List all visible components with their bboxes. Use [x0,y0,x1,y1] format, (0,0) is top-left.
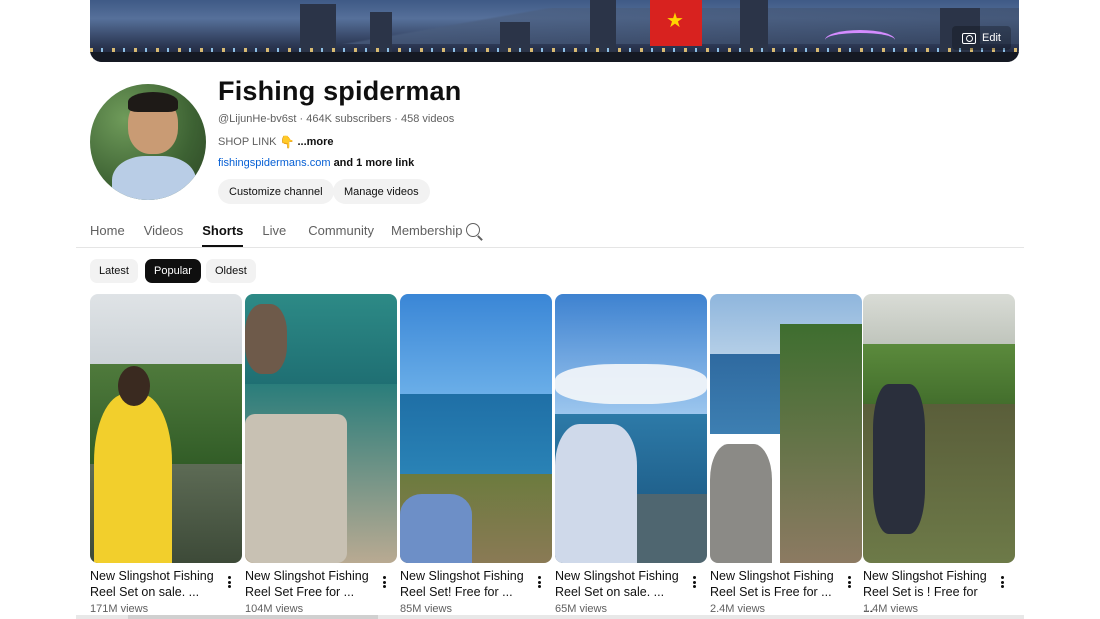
short-title[interactable]: New Slingshot Fishing Reel Set Free for … [245,568,373,600]
channel-handle: @LijunHe-bv6st [218,113,297,125]
short-title[interactable]: New Slingshot Fishing Reel Set! Free for… [400,568,528,600]
description-text: SHOP LINK [218,136,277,148]
more-vert-icon[interactable] [689,574,699,590]
short-thumbnail[interactable] [245,294,397,563]
short-views: 85M views [400,603,452,615]
short-thumbnail[interactable] [555,294,707,563]
short-views: 1.4M views [863,603,919,615]
more-vert-icon[interactable] [224,574,234,590]
short-thumbnail[interactable] [90,294,242,563]
tab-videos[interactable]: Videos [144,218,184,247]
short-title[interactable]: New Slingshot Fishing Reel Set on sale. … [90,568,218,600]
chip-latest[interactable]: Latest [90,259,138,283]
more-links-button[interactable]: and 1 more link [334,157,415,169]
channel-name: Fishing spiderman [218,76,462,106]
channel-meta: @LijunHe-bv6st · 464K subscribers · 458 … [218,113,455,125]
edit-label: Edit [982,32,1001,44]
customize-channel-button[interactable]: Customize channel [218,179,334,204]
channel-banner: Edit [90,0,1019,62]
short-thumbnail[interactable] [710,294,862,563]
channel-tabs: Home Videos Shorts Live Community Member… [90,218,482,248]
camera-icon [962,32,977,44]
short-title[interactable]: New Slingshot Fishing Reel Set on sale. … [555,568,683,600]
tab-community[interactable]: Community [308,218,374,247]
manage-videos-button[interactable]: Manage videos [333,179,430,204]
chip-oldest[interactable]: Oldest [206,259,256,283]
more-vert-icon[interactable] [379,574,389,590]
tab-live[interactable]: Live [262,218,286,247]
short-views: 65M views [555,603,607,615]
short-views: 171M views [90,603,149,615]
tab-home[interactable]: Home [90,218,125,247]
channel-link[interactable]: fishingspidermans.com [218,157,331,169]
search-icon[interactable] [466,223,480,237]
horizontal-scrollbar[interactable] [76,615,1024,619]
short-views: 104M views [245,603,304,615]
pointing-hand-emoji: 👇 [279,135,295,149]
more-vert-icon[interactable] [534,574,544,590]
subscriber-count: 464K subscribers [306,113,392,125]
short-title[interactable]: New Slingshot Fishing Reel Set is Free f… [710,568,838,600]
more-vert-icon[interactable] [844,574,854,590]
short-views: 2.4M views [710,603,766,615]
channel-description[interactable]: SHOP LINK 👇 ...more [218,135,334,149]
edit-banner-button[interactable]: Edit [952,26,1011,50]
short-thumbnail[interactable] [863,294,1015,563]
flag-decoration [650,0,702,46]
chip-popular[interactable]: Popular [145,259,201,283]
video-count: 458 videos [401,113,455,125]
tabs-divider [76,247,1024,248]
short-thumbnail[interactable] [400,294,552,563]
tab-membership[interactable]: Membership [391,218,463,247]
tab-shorts[interactable]: Shorts [202,218,244,247]
more-vert-icon[interactable] [997,574,1007,590]
channel-avatar[interactable] [90,84,206,200]
channel-links: fishingspidermans.com and 1 more link [218,157,414,169]
description-more-link[interactable]: ...more [297,136,333,148]
